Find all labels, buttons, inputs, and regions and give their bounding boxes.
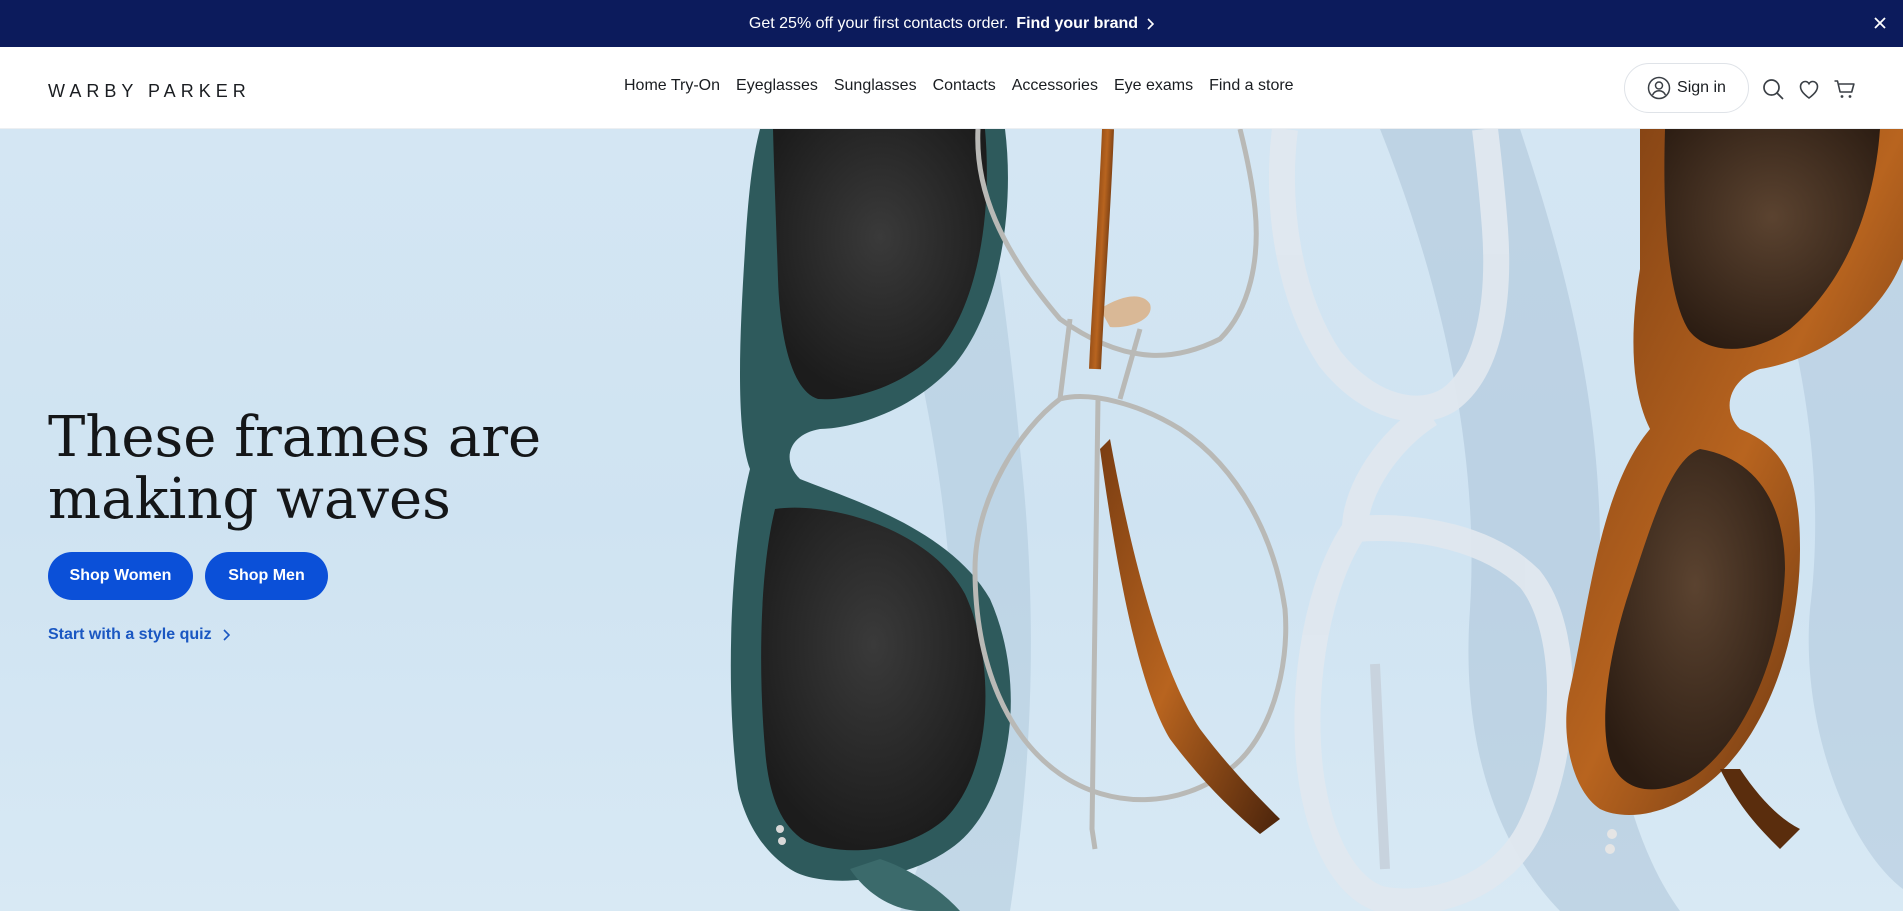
shop-men-button[interactable]: Shop Men bbox=[205, 552, 328, 600]
nav-home-try-on[interactable]: Home Try-On bbox=[624, 77, 720, 95]
site-header: WARBY PARKER Home Try-On Eyeglasses Sung… bbox=[0, 47, 1903, 129]
nav-accessories[interactable]: Accessories bbox=[1012, 77, 1098, 95]
promo-message: Get 25% off your first contacts order. bbox=[748, 14, 1009, 32]
nav-eye-exams[interactable]: Eye exams bbox=[1114, 77, 1193, 95]
heart-icon[interactable] bbox=[1797, 77, 1821, 101]
cart-icon[interactable] bbox=[1833, 77, 1857, 101]
sign-in-button[interactable]: Sign in bbox=[1624, 63, 1749, 113]
nav-eyeglasses[interactable]: Eyeglasses bbox=[736, 77, 818, 95]
close-icon[interactable] bbox=[1871, 14, 1889, 32]
style-quiz-link[interactable]: Start with a style quiz bbox=[48, 626, 230, 644]
user-icon bbox=[1647, 76, 1671, 100]
main-nav: Home Try-On Eyeglasses Sunglasses Contac… bbox=[624, 77, 1294, 95]
chevron-right-icon bbox=[223, 629, 230, 641]
search-icon[interactable] bbox=[1761, 77, 1785, 101]
promo-link[interactable]: Find your brand bbox=[1016, 14, 1155, 33]
nav-contacts[interactable]: Contacts bbox=[933, 77, 996, 95]
promo-banner: Get 25% off your first contacts order. F… bbox=[0, 0, 1903, 47]
hero-banner: These frames are making waves Shop Women… bbox=[0, 129, 1903, 911]
style-quiz-label: Start with a style quiz bbox=[48, 626, 212, 643]
chevron-right-icon bbox=[1147, 17, 1155, 30]
promo-link-label: Find your brand bbox=[1016, 14, 1139, 32]
warby-parker-logo[interactable]: WARBY PARKER bbox=[48, 81, 251, 102]
hero-headline: These frames are making waves bbox=[48, 405, 542, 532]
nav-find-a-store[interactable]: Find a store bbox=[1209, 77, 1293, 95]
sign-in-label: Sign in bbox=[1677, 79, 1726, 96]
shop-women-button[interactable]: Shop Women bbox=[48, 552, 193, 600]
nav-sunglasses[interactable]: Sunglasses bbox=[834, 77, 917, 95]
